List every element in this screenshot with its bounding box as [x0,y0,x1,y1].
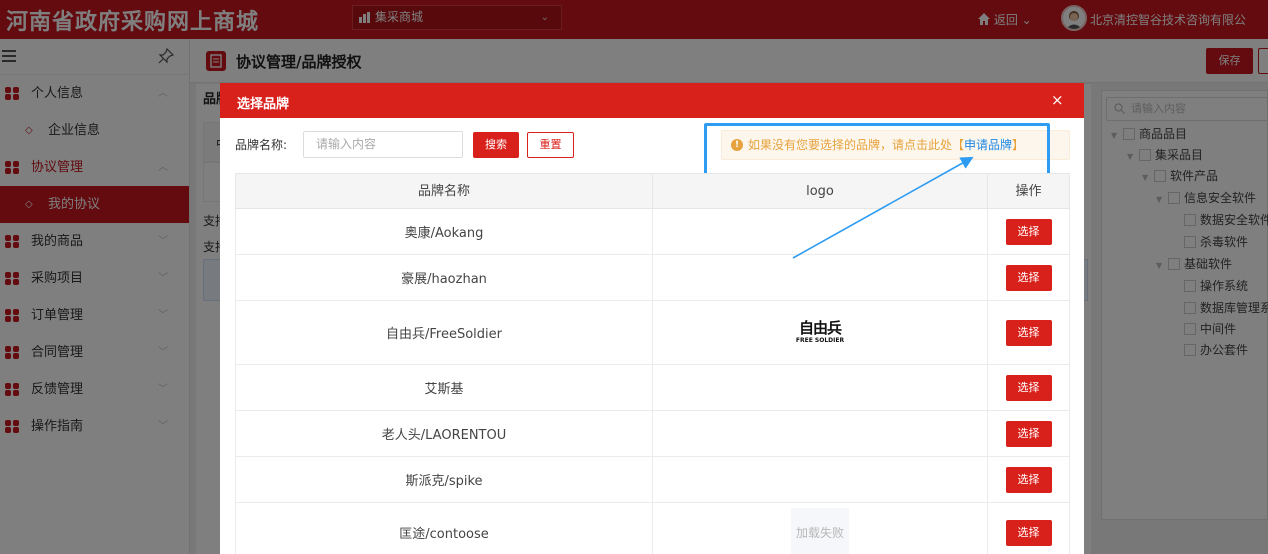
action-cell: 选择 [988,301,1070,364]
logo-cell: 自由兵 FREE SOLDIER [653,301,988,364]
logo-cell [653,411,988,456]
table-row: 匡途/contoose 加载失败 选择 [235,503,1070,554]
brand-logo-image: 自由兵 FREE SOLDIER [796,321,844,344]
select-button[interactable]: 选择 [1005,218,1052,245]
column-header-action: 操作 [988,173,1070,209]
column-header-brand-name: 品牌名称 [235,173,653,209]
brand-name-cell: 豪展/haozhan [235,255,653,300]
close-icon[interactable]: × [1051,91,1064,109]
brand-name-cell: 自由兵/FreeSoldier [235,301,653,364]
column-header-logo: logo [653,173,988,209]
table-row: 自由兵/FreeSoldier 自由兵 FREE SOLDIER 选择 [235,301,1070,365]
brand-search-input[interactable]: 请输入内容 [303,131,463,158]
select-button[interactable]: 选择 [1005,420,1052,447]
brand-name-cell: 艾斯基 [235,365,653,410]
logo-cell [653,365,988,410]
logo-cell [653,209,988,254]
search-button[interactable]: 搜索 [473,132,519,158]
dialog-header: 选择品牌 × [220,83,1084,118]
logo-cell: 加载失败 [653,503,988,554]
select-button[interactable]: 选择 [1005,519,1052,546]
table-row: 老人头/LAORENTOU 选择 [235,411,1070,457]
table-row: 奥康/Aokang 选择 [235,209,1070,255]
table-row: 斯派克/spike 选择 [235,457,1070,503]
logo-cell [653,457,988,502]
select-button[interactable]: 选择 [1005,264,1052,291]
action-cell: 选择 [988,365,1070,410]
table-row: 艾斯基 选择 [235,365,1070,411]
table-row: 豪展/haozhan 选择 [235,255,1070,301]
dialog-title: 选择品牌 [237,97,290,112]
brand-name-label: 品牌名称: [235,138,288,152]
brand-name-cell: 老人头/LAORENTOU [235,411,653,456]
logo-cell [653,255,988,300]
brand-name-cell: 斯派克/spike [235,457,653,502]
logo-mark: 自由兵 [798,319,842,337]
action-cell: 选择 [988,457,1070,502]
select-brand-dialog: 选择品牌 × 品牌名称: 请输入内容 搜索 重置 ! 如果没有您要选择的品牌，请… [220,83,1084,554]
action-cell: 选择 [988,411,1070,456]
highlight-annotation [704,123,1050,176]
select-button[interactable]: 选择 [1005,466,1052,493]
logo-load-failed: 加载失败 [791,507,849,554]
brand-name-cell: 奥康/Aokang [235,209,653,254]
logo-mark-sub: FREE SOLDIER [795,337,845,344]
action-cell: 选择 [988,503,1070,554]
reset-button[interactable]: 重置 [527,132,574,158]
brand-name-cell: 匡途/contoose [235,503,653,554]
select-button[interactable]: 选择 [1005,319,1052,346]
action-cell: 选择 [988,209,1070,254]
select-button[interactable]: 选择 [1005,374,1052,401]
action-cell: 选择 [988,255,1070,300]
